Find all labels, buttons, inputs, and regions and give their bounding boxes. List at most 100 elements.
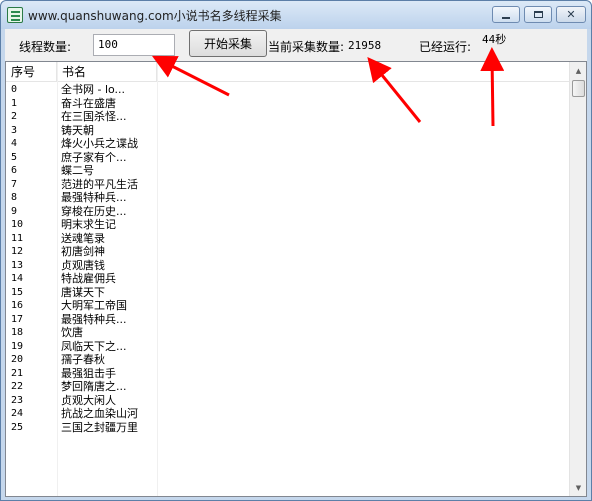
list-item[interactable]: 6 蝶二号 [6,164,569,178]
column-header-title[interactable]: 书名 [57,62,157,82]
row-book-title: 凤临天下之... [61,339,127,353]
row-index: 4 [11,138,18,149]
list-item[interactable]: 23 贞观大闲人 [6,394,569,408]
row-index: 3 [11,124,18,136]
list-item[interactable]: 14 特战雇佣兵 [6,272,569,286]
thread-count-input[interactable]: 100 [93,34,175,56]
list-header: 序号 书名 [6,62,569,82]
row-index: 16 [11,300,24,311]
row-index: 14 [11,273,24,284]
row-index: 23 [11,394,24,406]
list-item[interactable]: 11 送魂笔录 [6,232,569,246]
row-book-title: 最强特种兵... [61,191,127,204]
row-book-title: 特战雇佣兵 [61,272,116,285]
row-index: 18 [11,327,24,338]
row-book-title: 孺子春秋 [61,353,105,366]
row-book-title: 贞观唐钱 [61,258,105,272]
row-index: 6 [11,165,18,176]
row-book-title: 穿梭在历史... [61,204,127,218]
row-book-title: 最强狙击手 [61,366,116,380]
list-item[interactable]: 24 抗战之血染山河 [6,407,569,421]
row-index: 0 [11,84,18,95]
row-index: 11 [11,232,24,244]
results-list[interactable]: 序号 书名 0 全书网 - lo... 1 奋斗在盛唐 2 在三国杀怪... 3 铸天朝 4 烽火… [5,61,587,497]
list-item[interactable]: 2 在三国杀怪... [6,110,569,124]
start-collect-button[interactable]: 开始采集 [189,30,267,57]
row-book-title: 送魂笔录 [61,231,105,245]
vertical-scrollbar[interactable]: ▲ ▼ [569,62,586,496]
list-item[interactable]: 20 孺子春秋 [6,353,569,367]
row-book-title: 梦回隋唐之... [61,380,127,393]
app-window: www.quanshuwang.com小说书名多线程采集 ✕ 线程数量: 100… [0,0,592,501]
client-area: 线程数量: 100 开始采集 当前采集数量: 21958 已经运行: 44秒 序… [5,29,587,497]
row-index: 13 [11,259,24,271]
row-book-title: 烽火小兵之谍战 [61,137,138,150]
minimize-icon [502,16,510,19]
list-item[interactable]: 15 唐谋天下 [6,286,569,300]
list-item[interactable]: 0 全书网 - lo... [6,83,569,97]
row-index: 7 [11,178,18,190]
close-icon: ✕ [566,8,576,21]
collected-count-value: 21958 [348,39,382,52]
row-book-title: 最强特种兵... [61,312,127,326]
row-book-title: 铸天朝 [61,123,94,137]
row-index: 12 [11,246,24,257]
list-item[interactable]: 4 烽火小兵之谍战 [6,137,569,151]
list-item[interactable]: 5 庶子家有个... [6,151,569,165]
list-item[interactable]: 10 明末求生记 [6,218,569,232]
list-item[interactable]: 21 最强狙击手 [6,367,569,381]
row-index: 9 [11,205,18,217]
maximize-button[interactable] [524,6,552,23]
list-item[interactable]: 12 初唐剑神 [6,245,569,259]
list-item[interactable]: 22 梦回隋唐之... [6,380,569,394]
row-index: 22 [11,381,24,392]
scroll-thumb[interactable] [572,80,585,97]
list-item[interactable]: 9 穿梭在历史... [6,205,569,219]
row-index: 8 [11,192,18,203]
runtime-value: 44秒 [482,33,507,46]
list-item[interactable]: 3 铸天朝 [6,124,569,138]
row-book-title: 蝶二号 [61,164,94,177]
row-book-title: 大明军工帝国 [61,299,127,312]
row-index: 5 [11,151,18,163]
maximize-icon [533,11,543,18]
row-index: 15 [11,286,24,298]
thread-count-label: 线程数量: [19,40,72,54]
list-item[interactable]: 1 奋斗在盛唐 [6,97,569,111]
window-title: www.quanshuwang.com小说书名多线程采集 [28,9,282,23]
row-book-title: 在三国杀怪... [61,110,127,123]
row-index: 21 [11,367,24,379]
list-rows: 0 全书网 - lo... 1 奋斗在盛唐 2 在三国杀怪... 3 铸天朝 4 烽火小兵之谍战 5… [6,83,569,434]
scroll-down-icon[interactable]: ▼ [570,479,586,496]
list-item[interactable]: 25 三国之封疆万里 [6,421,569,435]
row-index: 1 [11,97,18,109]
app-icon [7,7,23,23]
list-item[interactable]: 18 饮唐 [6,326,569,340]
row-book-title: 范进的平凡生活 [61,177,138,191]
close-button[interactable]: ✕ [556,6,586,23]
list-item[interactable]: 17 最强特种兵... [6,313,569,327]
runtime-label: 已经运行: [419,40,472,54]
row-book-title: 唐谋天下 [61,285,105,299]
row-book-title: 初唐剑神 [61,245,105,258]
collected-count-label: 当前采集数量: [268,40,345,54]
row-book-title: 全书网 - lo... [61,83,126,96]
row-book-title: 明末求生记 [61,218,116,231]
scroll-up-icon[interactable]: ▲ [570,62,586,79]
minimize-button[interactable] [492,6,520,23]
row-book-title: 奋斗在盛唐 [61,96,116,110]
title-bar[interactable]: www.quanshuwang.com小说书名多线程采集 ✕ [1,1,591,29]
list-item[interactable]: 16 大明军工帝国 [6,299,569,313]
row-index: 25 [11,421,24,433]
column-header-index[interactable]: 序号 [6,62,57,82]
row-book-title: 抗战之血染山河 [61,407,138,420]
list-item[interactable]: 7 范进的平凡生活 [6,178,569,192]
row-index: 19 [11,340,24,352]
row-index: 20 [11,354,24,365]
list-item[interactable]: 8 最强特种兵... [6,191,569,205]
row-index: 17 [11,313,24,325]
row-book-title: 庶子家有个... [61,150,127,164]
list-item[interactable]: 19 凤临天下之... [6,340,569,354]
list-item[interactable]: 13 贞观唐钱 [6,259,569,273]
row-index: 24 [11,408,24,419]
